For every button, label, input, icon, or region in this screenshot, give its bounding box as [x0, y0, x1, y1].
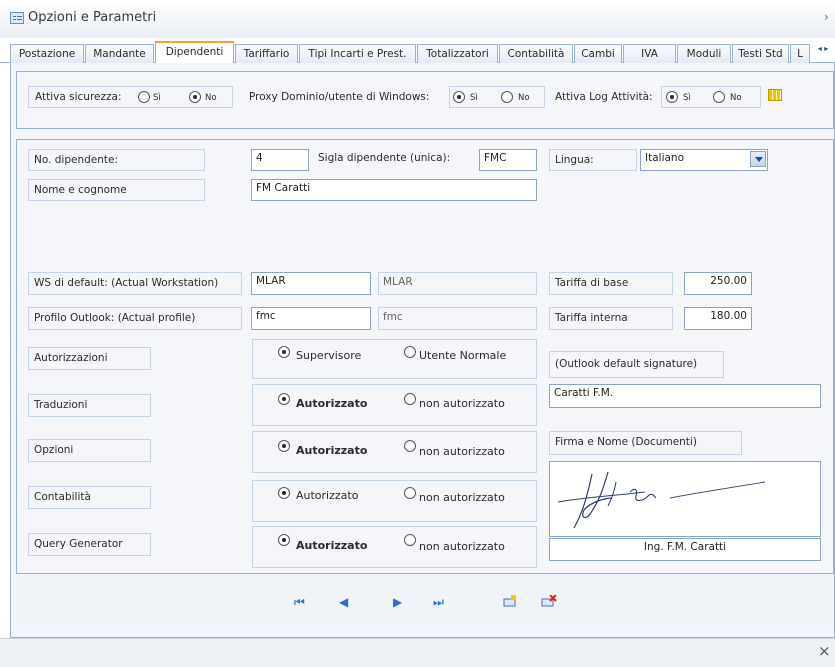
- security-no-radio[interactable]: [189, 91, 201, 103]
- tab-overflow[interactable]: L: [790, 44, 810, 63]
- query-opt1-label: Autorizzato: [296, 539, 368, 552]
- delete-record-icon[interactable]: [541, 594, 557, 607]
- log-si-label: Sì: [683, 93, 691, 103]
- query-autorizzato-radio[interactable]: [278, 534, 290, 546]
- autorizzazioni-opt2-label: Utente Normale: [419, 349, 507, 362]
- ws-field[interactable]: MLAR: [251, 272, 371, 295]
- window-title: Opzioni e Parametri: [28, 10, 157, 25]
- record-navigation-bar: [16, 573, 834, 629]
- close-icon-top[interactable]: ›: [824, 10, 829, 24]
- tab-scroll-arrows-icon[interactable]: ◂ ▸: [812, 44, 834, 60]
- security-no-label: No: [205, 93, 217, 103]
- opzioni-opt1-label: Autorizzato: [296, 444, 368, 457]
- lingua-label: Lingua:: [549, 149, 637, 171]
- perm-label-opzioni: Opzioni: [28, 439, 151, 462]
- previous-record-icon[interactable]: ◀: [339, 595, 348, 609]
- lingua-value: Italiano: [645, 152, 684, 164]
- perm-label-contabilita: Contabilità: [28, 486, 151, 509]
- outlook-signature-field[interactable]: Caratti F.M.: [549, 384, 821, 408]
- nome-label: Nome e cognome: [28, 179, 205, 201]
- tab-testi-std[interactable]: Testi Std: [732, 44, 789, 63]
- new-record-icon[interactable]: [503, 595, 517, 607]
- no-dipendente-field[interactable]: 4: [251, 149, 309, 171]
- ws-label: WS di default: (Actual Workstation): [28, 272, 242, 295]
- lingua-select[interactable]: Italiano: [640, 149, 768, 171]
- query-non-radio[interactable]: [404, 534, 416, 546]
- perm-label-traduzioni: Traduzioni: [28, 394, 151, 417]
- ws-actual: MLAR: [378, 272, 537, 295]
- next-record-icon[interactable]: ▶: [393, 595, 402, 609]
- signature-image: [549, 461, 821, 537]
- first-record-icon[interactable]: ⏮: [294, 595, 305, 610]
- contabilita-opt2-label: non autorizzato: [419, 491, 505, 504]
- sigla-field[interactable]: FMC: [479, 149, 537, 171]
- proxy-si-radio[interactable]: [453, 91, 465, 103]
- tab-mandante[interactable]: Mandante: [85, 44, 154, 63]
- tab-iva[interactable]: IVA: [623, 44, 676, 63]
- firma-nome-field[interactable]: Ing. F.M. Caratti: [549, 538, 821, 561]
- tab-postazione[interactable]: Postazione: [10, 44, 84, 63]
- tab-tipi-incarti[interactable]: Tipi Incarti e Prest.: [299, 44, 416, 63]
- no-dipendente-label: No. dipendente:: [28, 149, 205, 171]
- proxy-no-label: No: [518, 93, 530, 103]
- perm-label-query-generator: Query Generator: [28, 533, 151, 556]
- log-no-label: No: [730, 93, 742, 103]
- log-no-radio[interactable]: [713, 91, 725, 103]
- contabilita-autorizzato-radio[interactable]: [278, 487, 290, 499]
- tariffa-base-label: Tariffa di base: [549, 272, 673, 295]
- chevron-down-icon[interactable]: [750, 151, 766, 167]
- contabilita-opt1-label: Autorizzato: [296, 489, 359, 502]
- outlook-actual: fmc: [378, 307, 537, 330]
- autorizzazioni-opt1-label: Supervisore: [296, 349, 362, 362]
- perm-label-autorizzazioni: Autorizzazioni: [28, 347, 151, 370]
- outlook-signature-label: (Outlook default signature): [549, 351, 724, 378]
- autorizzazioni-supervisore-radio[interactable]: [278, 346, 290, 358]
- tab-dipendenti[interactable]: Dipendenti: [155, 41, 234, 64]
- tab-totalizzatori[interactable]: Totalizzatori: [417, 44, 498, 63]
- status-bar: [0, 638, 835, 667]
- security-si-label: Sì: [153, 93, 161, 103]
- table-grid-icon[interactable]: [768, 89, 782, 101]
- traduzioni-opt1-label: Autorizzato: [296, 397, 368, 410]
- proxy-label: Proxy Dominio/utente di Windows:: [249, 91, 430, 103]
- tariffa-base-field[interactable]: 250.00: [684, 272, 752, 295]
- query-opt2-label: non autorizzato: [419, 540, 505, 553]
- autorizzazioni-utente-radio[interactable]: [404, 346, 416, 358]
- log-si-radio[interactable]: [666, 91, 678, 103]
- tab-tariffario[interactable]: Tariffario: [235, 44, 298, 63]
- proxy-si-label: Sì: [470, 93, 478, 103]
- tariffa-interna-label: Tariffa interna: [549, 307, 673, 330]
- last-record-icon[interactable]: ⏭: [433, 595, 444, 610]
- opzioni-non-radio[interactable]: [404, 440, 416, 452]
- security-si-radio[interactable]: [138, 91, 150, 103]
- form-icon: [10, 12, 24, 24]
- traduzioni-autorizzato-radio[interactable]: [278, 393, 290, 405]
- log-label: Attiva Log Attività:: [555, 91, 653, 103]
- opzioni-autorizzato-radio[interactable]: [278, 440, 290, 452]
- firma-nome-label: Firma e Nome (Documenti): [549, 431, 742, 455]
- handwritten-signature-icon: [557, 471, 766, 529]
- traduzioni-opt2-label: non autorizzato: [419, 397, 505, 410]
- tariffa-interna-field[interactable]: 180.00: [684, 307, 752, 330]
- security-label: Attiva sicurezza:: [35, 91, 122, 103]
- tab-contabilita[interactable]: Contabilità: [499, 44, 573, 63]
- proxy-no-radio[interactable]: [501, 91, 513, 103]
- outlook-label: Profilo Outlook: (Actual profile): [28, 307, 242, 330]
- tab-cambi[interactable]: Cambi: [574, 44, 622, 63]
- contabilita-non-radio[interactable]: [404, 487, 416, 499]
- opzioni-opt2-label: non autorizzato: [419, 445, 505, 458]
- close-icon[interactable]: ×: [818, 642, 831, 660]
- outlook-field[interactable]: fmc: [251, 307, 371, 330]
- tab-bar: Postazione Mandante Dipendenti Tariffari…: [0, 40, 835, 64]
- sigla-label: Sigla dipendente (unica):: [318, 152, 451, 164]
- traduzioni-non-radio[interactable]: [404, 393, 416, 405]
- tab-moduli[interactable]: Moduli: [677, 44, 731, 63]
- nome-field[interactable]: FM Caratti: [251, 179, 537, 201]
